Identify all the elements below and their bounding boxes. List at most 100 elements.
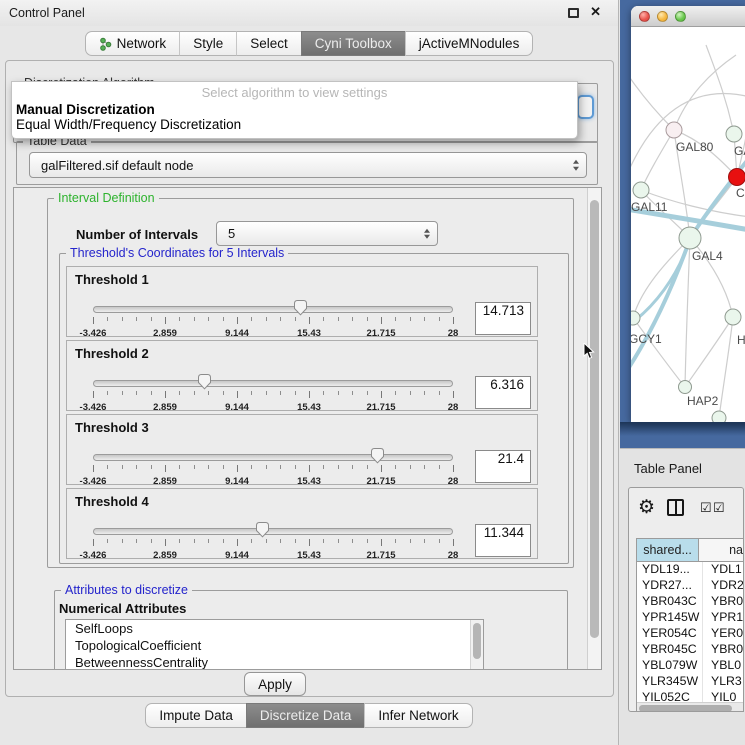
network-node[interactable] (633, 182, 649, 198)
table-data-select[interactable]: galFiltered.sif default node (29, 152, 587, 178)
cell-shared-name[interactable]: YDL19... (637, 562, 703, 578)
cell-shared-name[interactable]: YER054C (637, 626, 703, 642)
network-node[interactable] (666, 122, 682, 138)
close-icon[interactable]: ✕ (590, 4, 601, 20)
network-node[interactable] (725, 309, 741, 325)
gear-icon[interactable]: ⚙ (638, 496, 655, 519)
cell-shared-name[interactable]: YLR345W (637, 674, 703, 690)
network-node-label: H (737, 333, 745, 347)
apply-button[interactable]: Apply (244, 672, 306, 696)
slider-track[interactable] (93, 306, 453, 313)
tab-cyni-toolbox[interactable]: Cyni Toolbox (301, 31, 405, 56)
number-of-intervals-select[interactable]: 5 (216, 221, 438, 246)
tick-mark (151, 391, 152, 395)
cell-name[interactable]: YBR0 (703, 594, 743, 610)
settings-scrollbar[interactable] (587, 188, 601, 669)
tab-jactivemnodules[interactable]: jActiveMNodules (405, 31, 534, 56)
algorithm-combo-focus-fragment[interactable] (577, 95, 594, 119)
attribute-list-scrollbar[interactable] (470, 620, 483, 669)
slider-track[interactable] (93, 380, 453, 387)
slider-handle[interactable] (197, 373, 212, 390)
tick-mark (309, 539, 310, 546)
tick-mark (179, 391, 180, 395)
dropdown-item[interactable]: Manual Discretization (16, 102, 155, 117)
cell-name[interactable]: YLR3 (703, 674, 743, 690)
table-row[interactable]: YPR145WYPR1 (637, 610, 743, 626)
numerical-attributes-label: Numerical Attributes (59, 601, 186, 616)
tick-mark (151, 317, 152, 321)
tick-mark (352, 317, 353, 321)
network-node[interactable] (631, 311, 640, 325)
table-row[interactable]: YBL079WYBL0 (637, 658, 743, 674)
dropdown-item[interactable]: Equal Width/Frequency Discretization (16, 117, 241, 132)
table-row[interactable]: YBR045CYBR0 (637, 642, 743, 658)
tab-network[interactable]: Network (85, 31, 180, 56)
numerical-attributes-list[interactable]: SelfLoopsTopologicalCoefficientBetweenne… (65, 619, 484, 670)
slider-handle[interactable] (370, 447, 385, 464)
column-header-name[interactable]: na (699, 539, 743, 561)
cell-shared-name[interactable]: YPR145W (637, 610, 703, 626)
table-hscrollbar[interactable] (637, 702, 743, 712)
network-view-pane: GAL80GACGAL11GAL4GCY1HHAP2 (620, 0, 745, 455)
tick-mark (352, 391, 353, 395)
network-node[interactable] (679, 381, 692, 394)
attribute-list-item[interactable]: BetweennessCentrality (66, 654, 483, 670)
cell-name[interactable]: YBL0 (703, 658, 743, 674)
tick-label: 15.43 (284, 550, 334, 561)
column-header-shared-name[interactable]: shared... (637, 539, 699, 561)
tick-mark (295, 465, 296, 469)
columns-icon[interactable] (667, 499, 684, 516)
tab-impute-data[interactable]: Impute Data (145, 703, 246, 728)
network-node[interactable] (729, 169, 745, 186)
slider-track[interactable] (93, 454, 453, 461)
table-row[interactable]: YLR345WYLR3 (637, 674, 743, 690)
settings-scroll-area: Interval Definition Number of Intervals … (13, 187, 602, 670)
cell-name[interactable]: YPR1 (703, 610, 743, 626)
threshold-value-input[interactable]: 21.4 (475, 450, 531, 483)
zoom-traffic-light-icon[interactable] (675, 11, 686, 22)
attribute-list-item[interactable]: SelfLoops (66, 620, 483, 637)
table-row[interactable]: YDR27...YDR2 (637, 578, 743, 594)
cell-name[interactable]: YDR2 (703, 578, 743, 594)
threshold-value-input[interactable]: 11.344 (475, 524, 531, 557)
cell-shared-name[interactable]: YBL079W (637, 658, 703, 674)
threshold-value-input[interactable]: 14.713 (475, 302, 531, 335)
table-hscrollbar-thumb[interactable] (639, 705, 732, 712)
network-icon (99, 37, 112, 51)
cell-shared-name[interactable]: YBR043C (637, 594, 703, 610)
slider-handle[interactable] (255, 521, 270, 538)
tick-label: 15.43 (284, 328, 334, 339)
table-row[interactable]: YDL19...YDL1 (637, 562, 743, 578)
tick-mark (395, 465, 396, 469)
table-row[interactable]: YER054CYER0 (637, 626, 743, 642)
network-node[interactable] (726, 126, 742, 142)
slider-handle[interactable] (293, 299, 308, 316)
network-node[interactable] (712, 411, 726, 422)
minimize-traffic-light-icon[interactable] (657, 11, 668, 22)
tab-select[interactable]: Select (236, 31, 301, 56)
slider-track[interactable] (93, 528, 453, 535)
float-window-icon[interactable] (568, 8, 579, 18)
checkbox-icon-1[interactable]: ☑ (700, 500, 712, 516)
tab-discretize-data[interactable]: Discretize Data (246, 703, 365, 728)
cell-shared-name[interactable]: YBR045C (637, 642, 703, 658)
tick-mark (352, 465, 353, 469)
attribute-list-item[interactable]: TopologicalCoefficient (66, 637, 483, 654)
threshold-value-input[interactable]: 6.316 (475, 376, 531, 409)
network-canvas[interactable]: GAL80GACGAL11GAL4GCY1HHAP2 (631, 27, 745, 422)
cell-name[interactable]: YER0 (703, 626, 743, 642)
cell-name[interactable]: YDL1 (703, 562, 743, 578)
settings-scrollbar-thumb[interactable] (590, 200, 599, 638)
network-window-titlebar[interactable] (631, 6, 745, 27)
cell-shared-name[interactable]: YDR27... (637, 578, 703, 594)
checkbox-icon-2[interactable]: ☑ (713, 500, 725, 516)
table-row[interactable]: YBR043CYBR0 (637, 594, 743, 610)
cell-name[interactable]: YBR0 (703, 642, 743, 658)
tab-style[interactable]: Style (179, 31, 236, 56)
close-traffic-light-icon[interactable] (639, 11, 650, 22)
table-panel-title: Table Panel (634, 461, 702, 476)
tick-mark (309, 317, 310, 324)
network-node[interactable] (679, 227, 701, 249)
tab-infer-network[interactable]: Infer Network (364, 703, 472, 728)
network-node-label: GAL11 (631, 200, 668, 214)
